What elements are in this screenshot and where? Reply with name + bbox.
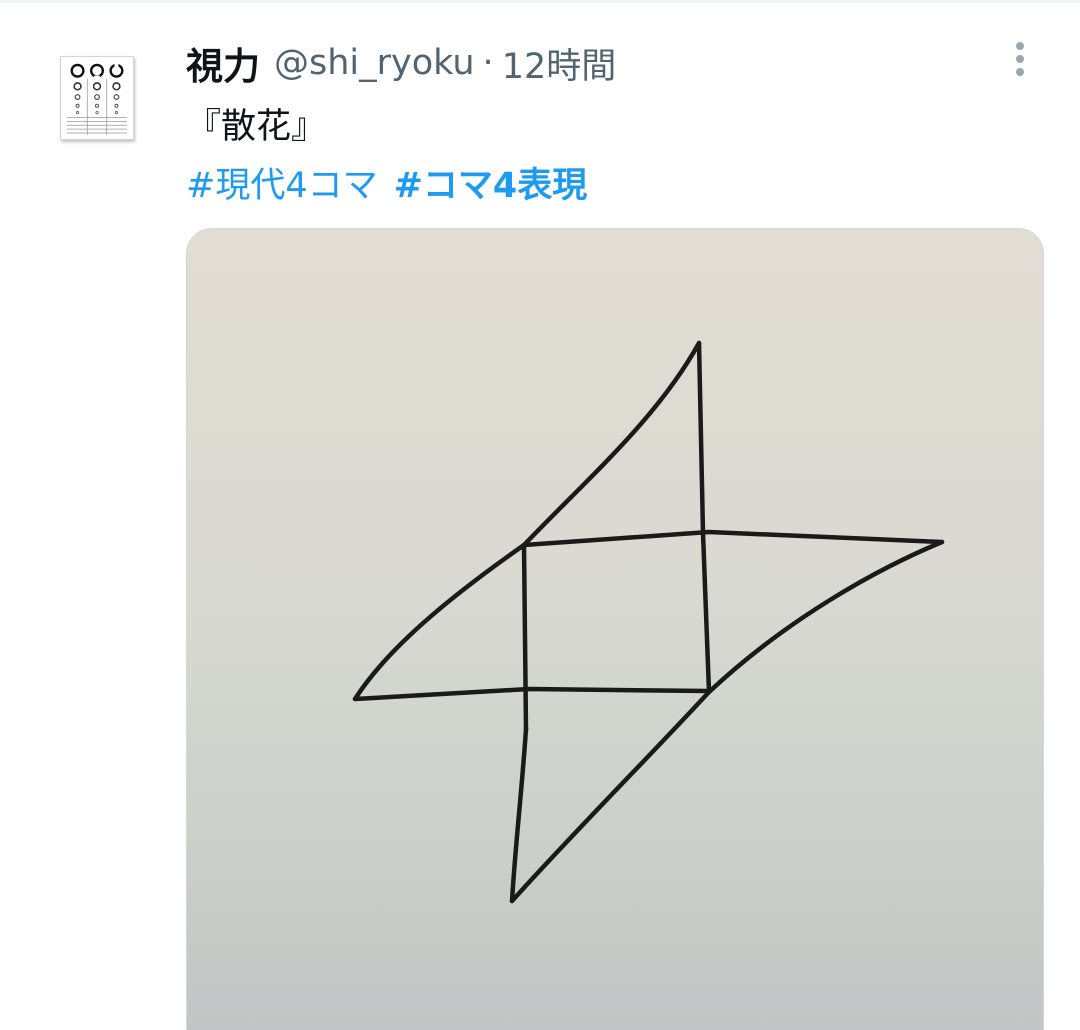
hashtag-link[interactable]: #コマ4表現: [394, 157, 588, 208]
author-handle[interactable]: @shi_ryoku: [274, 43, 475, 83]
author-name[interactable]: 視力: [186, 36, 260, 90]
tweet-header: 視力 @shi_ryoku · 12時間: [186, 36, 616, 90]
more-options-button[interactable]: [1004, 40, 1036, 80]
divider: [0, 0, 1080, 3]
timestamp[interactable]: 12時間: [502, 38, 617, 89]
shuriken-drawing: [352, 340, 945, 904]
hashtag-link[interactable]: #現代4コマ: [186, 157, 378, 208]
separator: ·: [482, 43, 494, 83]
eye-chart-icon: [66, 62, 128, 135]
more-vertical-icon: [1016, 42, 1024, 76]
tweet-text: 『散花』: [186, 107, 327, 147]
tweet-photo[interactable]: [186, 228, 1044, 1030]
tweet[interactable]: 視力 @shi_ryoku · 12時間 『散花』 #現代4コマ #コマ4表現: [0, 0, 1080, 1030]
hashtag-list: #現代4コマ #コマ4表現: [186, 157, 587, 208]
avatar[interactable]: [60, 56, 134, 140]
